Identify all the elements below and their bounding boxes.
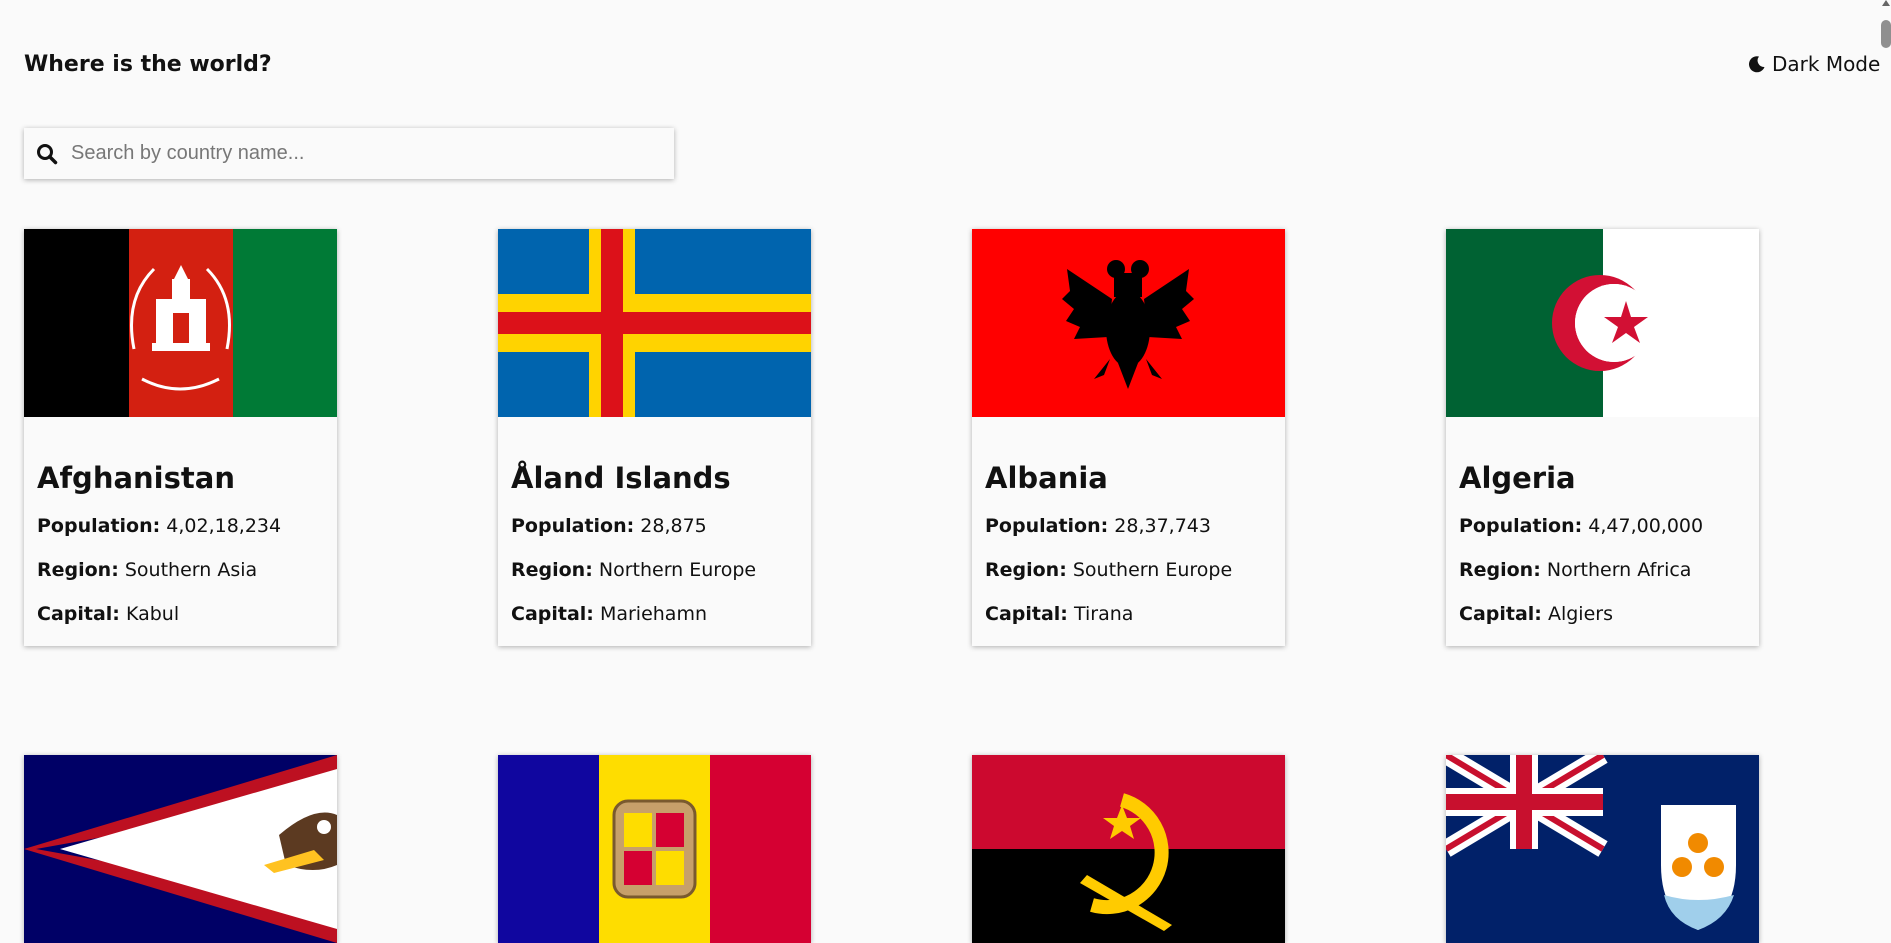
population-value: 4,47,00,000 [1588,515,1704,537]
capital-label: Capital: [37,602,120,625]
region-value: Southern Europe [1072,558,1233,581]
country-name: Algeria [1459,461,1576,495]
capital-label: Capital: [1459,602,1542,625]
dark-mode-toggle[interactable]: Dark Mode [1748,52,1880,76]
angola-flag-image [972,755,1285,943]
population-label: Population: [1459,515,1583,537]
population-row: Population: 28,875 [511,515,798,538]
population-row: Population: 4,02,18,234 [37,515,324,538]
country-name: Albania [985,461,1108,495]
region-label: Region: [511,558,593,581]
population-value: 4,02,18,234 [166,515,282,537]
capital-value: Tirana [1073,602,1134,625]
country-name: Afghanistan [37,461,235,495]
country-name: Åland Islands [511,461,731,495]
search-input[interactable] [69,127,674,180]
population-label: Population: [985,515,1109,537]
albania-flag-image [972,229,1285,417]
country-card[interactable] [24,755,337,943]
region-row: Region: Southern Europe [985,559,1272,582]
site-title: Where is the world? [24,52,272,77]
region-value: Northern Africa [1546,558,1692,581]
search-icon [37,143,58,164]
capital-row: Capital: Algiers [1459,603,1746,626]
capital-value: Mariehamn [599,602,708,625]
capital-row: Capital: Mariehamn [511,603,798,626]
country-card[interactable]: Afghanistan Population: 4,02,18,234 Regi… [24,229,337,647]
capital-label: Capital: [511,602,594,625]
site-header: Where is the world? Dark Mode [24,52,1891,84]
region-row: Region: Southern Asia [37,559,324,582]
region-label: Region: [37,558,119,581]
algeria-flag-image [1446,229,1759,417]
region-row: Region: Northern Europe [511,559,798,582]
capital-row: Capital: Kabul [37,603,324,626]
aland-islands-flag-image [498,229,811,417]
population-row: Population: 4,47,00,000 [1459,515,1746,538]
country-card[interactable] [1446,755,1759,943]
country-card[interactable]: Albania Population: 28,37,743 Region: So… [972,229,1285,647]
scrollbar-thumb[interactable] [1881,20,1891,48]
search-bar[interactable] [24,127,674,180]
country-card[interactable] [498,755,811,943]
region-value: Northern Europe [598,558,757,581]
region-value: Southern Asia [124,558,258,581]
andorra-flag-image [498,755,811,943]
country-card[interactable]: Algeria Population: 4,47,00,000 Region: … [1446,229,1759,647]
anguilla-flag-image [1446,755,1759,943]
scroll-up-arrow[interactable] [1882,0,1890,6]
population-value: 28,37,743 [1114,515,1211,537]
region-label: Region: [1459,558,1541,581]
capital-label: Capital: [985,602,1068,625]
population-label: Population: [37,515,161,537]
american-samoa-flag-image [24,755,337,943]
capital-value: Algiers [1547,602,1613,625]
capital-row: Capital: Tirana [985,603,1272,626]
population-value: 28,875 [640,515,707,537]
region-row: Region: Northern Africa [1459,559,1746,582]
region-label: Region: [985,558,1067,581]
capital-value: Kabul [125,602,180,625]
population-label: Population: [511,515,635,537]
country-card[interactable]: Åland Islands Population: 28,875 Region:… [498,229,811,647]
population-row: Population: 28,37,743 [985,515,1272,538]
afghanistan-flag-image [24,229,337,417]
country-card[interactable] [972,755,1285,943]
dark-mode-label: Dark Mode [1772,52,1881,76]
moon-icon [1748,56,1765,73]
